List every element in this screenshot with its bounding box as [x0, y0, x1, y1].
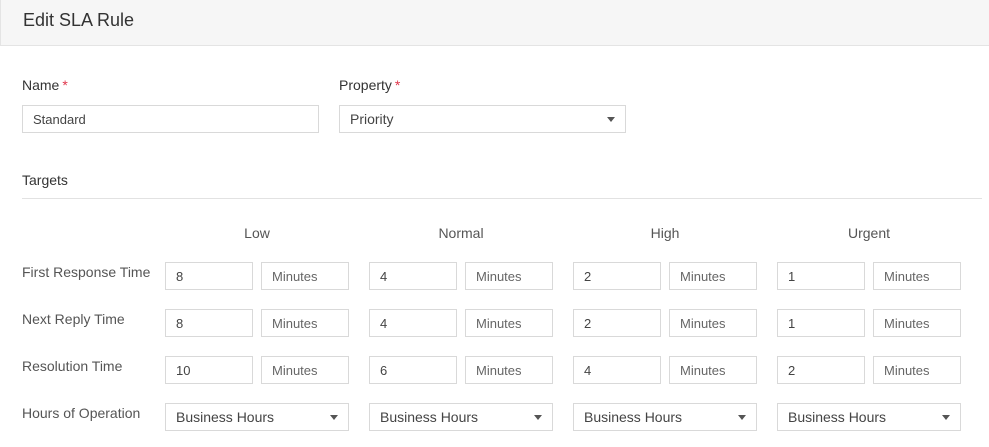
required-mark: * — [394, 77, 401, 93]
chevron-down-icon — [738, 415, 746, 420]
resolution-urgent-input[interactable]: 2 — [777, 356, 865, 384]
row-label-first-response: First Response Time — [22, 264, 151, 280]
next-reply-high-unit[interactable]: Minutes — [669, 309, 757, 337]
column-header-urgent: Urgent — [847, 225, 891, 241]
next-reply-normal-unit[interactable]: Minutes — [465, 309, 553, 337]
first-response-low-unit[interactable]: Minutes — [261, 262, 349, 290]
page-title: Edit SLA Rule — [23, 10, 135, 30]
next-reply-urgent-unit[interactable]: Minutes — [873, 309, 961, 337]
hours-urgent-value: Business Hours — [788, 409, 887, 425]
hours-high-select[interactable]: Business Hours — [573, 403, 757, 431]
row-label-hours-of-operation: Hours of Operation — [22, 405, 141, 421]
resolution-normal-input[interactable]: 6 — [369, 356, 457, 384]
name-label: Name * — [22, 77, 68, 93]
property-label: Property * — [339, 77, 400, 93]
next-reply-normal-input[interactable]: 4 — [369, 309, 457, 337]
resolution-low-unit[interactable]: Minutes — [261, 356, 349, 384]
next-reply-urgent-input[interactable]: 1 — [777, 309, 865, 337]
column-header-high: High — [650, 225, 680, 241]
hours-high-value: Business Hours — [584, 409, 683, 425]
resolution-normal-unit[interactable]: Minutes — [465, 356, 553, 384]
first-response-urgent-unit[interactable]: Minutes — [873, 262, 961, 290]
first-response-low-input[interactable]: 8 — [165, 262, 253, 290]
resolution-high-unit[interactable]: Minutes — [669, 356, 757, 384]
next-reply-low-input[interactable]: 8 — [165, 309, 253, 337]
next-reply-low-unit[interactable]: Minutes — [261, 309, 349, 337]
property-select-value: Priority — [350, 111, 394, 127]
row-label-resolution: Resolution Time — [22, 358, 123, 374]
chevron-down-icon — [534, 415, 542, 420]
first-response-normal-input[interactable]: 4 — [369, 262, 457, 290]
first-response-normal-unit[interactable]: Minutes — [465, 262, 553, 290]
page-header: Edit SLA Rule — [0, 0, 989, 46]
name-label-text: Name — [22, 77, 60, 93]
hours-urgent-select[interactable]: Business Hours — [777, 403, 961, 431]
chevron-down-icon — [942, 415, 950, 420]
row-label-next-reply: Next Reply Time — [22, 311, 125, 327]
property-select[interactable]: Priority — [339, 105, 626, 133]
property-label-text: Property — [339, 77, 392, 93]
resolution-low-input[interactable]: 10 — [165, 356, 253, 384]
chevron-down-icon — [607, 117, 615, 122]
first-response-urgent-input[interactable]: 1 — [777, 262, 865, 290]
chevron-down-icon — [330, 415, 338, 420]
next-reply-high-input[interactable]: 2 — [573, 309, 661, 337]
required-mark: * — [62, 77, 68, 93]
first-response-high-input[interactable]: 2 — [573, 262, 661, 290]
column-header-low: Low — [244, 225, 270, 241]
name-input[interactable]: Standard — [22, 105, 319, 133]
targets-title: Targets — [22, 172, 68, 188]
divider — [22, 198, 982, 199]
column-header-normal: Normal — [438, 225, 484, 241]
hours-normal-value: Business Hours — [380, 409, 479, 425]
hours-low-value: Business Hours — [176, 409, 275, 425]
hours-normal-select[interactable]: Business Hours — [369, 403, 553, 431]
resolution-urgent-unit[interactable]: Minutes — [873, 356, 961, 384]
hours-low-select[interactable]: Business Hours — [165, 403, 349, 431]
first-response-high-unit[interactable]: Minutes — [669, 262, 757, 290]
resolution-high-input[interactable]: 4 — [573, 356, 661, 384]
